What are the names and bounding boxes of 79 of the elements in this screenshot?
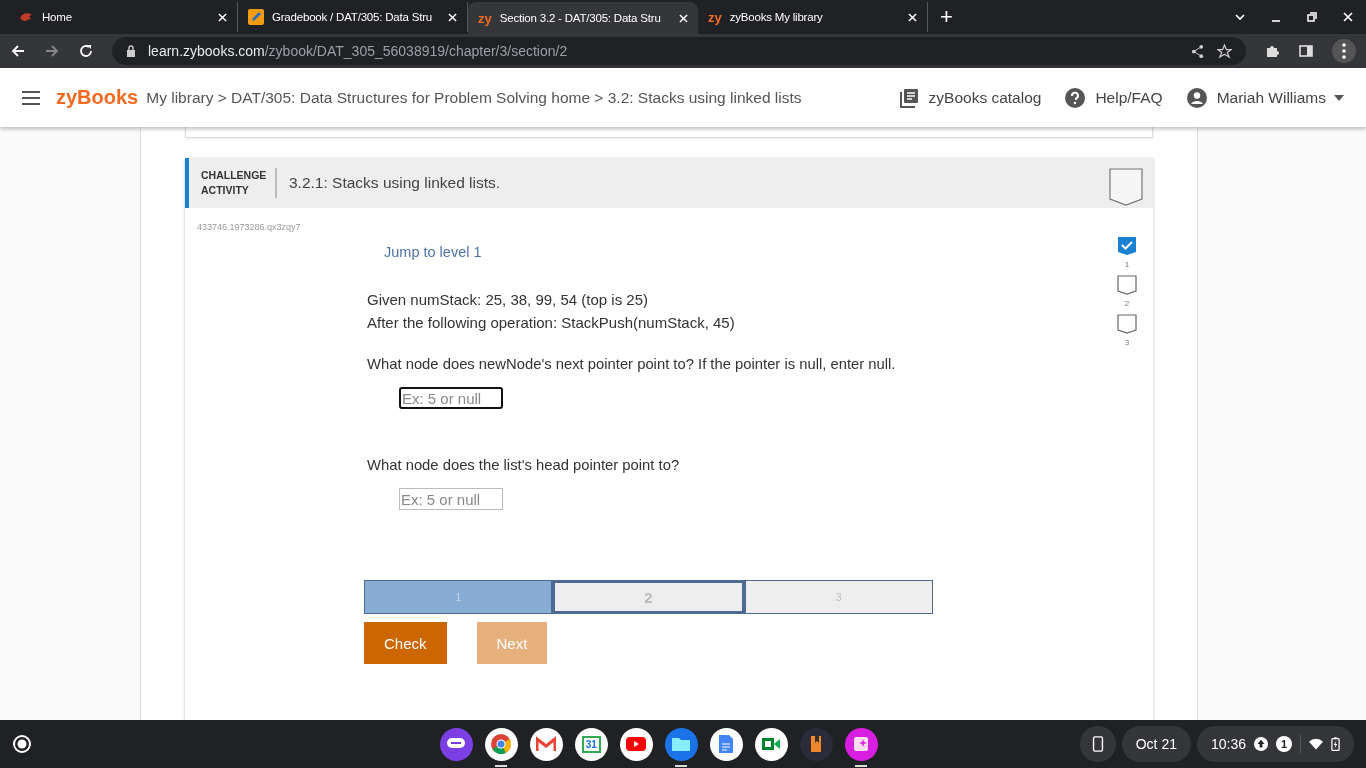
back-arrow-icon[interactable] (10, 43, 26, 59)
running-indicator (855, 764, 868, 767)
side-panel-icon[interactable] (1298, 43, 1314, 59)
status-tray[interactable]: 10:36 1 (1196, 726, 1354, 762)
prompt-text: After the following operation: StackPush(numStack, 45) (367, 313, 736, 333)
level-icon[interactable] (1117, 275, 1137, 295)
answer-field[interactable]: Ex: 5 or null (399, 387, 503, 409)
calendar-date: 31 (581, 735, 601, 753)
browser-tab[interactable]: zy Section 3.2 - DAT/305: Data Stru (468, 2, 698, 34)
check-button[interactable]: Check (364, 622, 447, 664)
library-icon (898, 87, 919, 108)
tab-title: Section 3.2 - DAT/305: Data Stru (499, 12, 662, 24)
phone-hub-button[interactable] (1079, 726, 1116, 762)
tab-title: zyBooks My library (729, 11, 824, 23)
browser-tab[interactable]: Home (8, 2, 238, 32)
checked-level-icon[interactable] (1117, 236, 1137, 256)
gmail-app-icon[interactable] (529, 727, 563, 761)
level-number: 2 (1124, 299, 1130, 308)
running-indicator (675, 764, 688, 767)
level-number: 1 (1124, 260, 1130, 269)
forward-arrow-icon[interactable] (44, 43, 60, 59)
new-tab-button[interactable]: + (928, 4, 965, 34)
menu-icon[interactable] (22, 90, 40, 105)
more-icon[interactable] (1332, 39, 1356, 63)
jump-to-level-link[interactable]: Jump to level 1 (384, 244, 482, 260)
close-icon[interactable] (679, 13, 688, 23)
notification-count: 1 (1276, 736, 1292, 752)
meet-app-icon[interactable] (754, 727, 788, 761)
activity-title: 3.2.1: Stacks using linked lists. (289, 174, 501, 192)
phone-icon (1090, 736, 1105, 752)
address-field[interactable]: learn.zybooks.com/zybook/DAT_305_56038919/chapter/3/section/2 (112, 37, 1246, 65)
user-avatar-icon (1186, 87, 1207, 108)
reload-icon[interactable] (78, 43, 94, 59)
help-link[interactable]: Help/FAQ (1095, 88, 1163, 107)
messages-app-icon[interactable] (439, 727, 473, 761)
share-icon[interactable] (1190, 43, 1205, 59)
caret-icon[interactable] (1334, 94, 1344, 101)
zy-logo-icon: zy (478, 10, 492, 26)
level-icon[interactable] (1117, 314, 1137, 334)
upload-icon (1254, 736, 1268, 752)
url-text: learn.zybooks.com/zybook/DAT_305_56038919/chapter/3/section/2 (148, 43, 568, 59)
question-text: What node does newNode's next pointer point to? If the pointer is null, enter null. (367, 356, 897, 372)
files-app-icon[interactable] (664, 727, 698, 761)
battery-icon (1331, 736, 1340, 752)
browser-tab[interactable]: Gradebook / DAT/305: Data Stru (238, 2, 468, 32)
chrome-app-icon[interactable] (484, 727, 518, 761)
browser-tab[interactable]: zy zyBooks My library (698, 2, 928, 32)
help-icon (1065, 87, 1086, 108)
pencil-icon (248, 9, 264, 25)
youtube-app-icon[interactable] (619, 727, 653, 761)
catalog-link[interactable]: zyBooks catalog (928, 88, 1042, 107)
running-indicator (495, 764, 508, 767)
restore-icon[interactable] (1306, 11, 1318, 23)
date-button[interactable]: Oct 21 (1121, 726, 1191, 762)
question-text: What node does the list's head pointer point to? (367, 457, 681, 473)
prompt-text: Given numStack: 25, 38, 99, 54 (top is 25) (367, 290, 649, 310)
close-icon[interactable] (218, 12, 227, 22)
breadcrumb[interactable]: My library > DAT/305: Data Structures for Problem Solving home > 3.2: Stacks using linked lists (146, 88, 802, 107)
activity-id: 433746.1973286.qx3zqy7 (197, 222, 302, 232)
docs-app-icon[interactable] (709, 727, 743, 761)
level-number: 3 (1124, 338, 1130, 347)
answer-field[interactable]: Ex: 5 or null (399, 488, 503, 510)
star-icon[interactable] (1217, 43, 1232, 59)
puzzle-icon[interactable] (1264, 43, 1280, 59)
clock-text: 10:36 (1210, 736, 1246, 752)
activity-type-label: CHALLENGE ACTIVITY (201, 168, 277, 198)
tab-title: Gradebook / DAT/305: Data Stru (272, 11, 433, 23)
calendar-app-icon[interactable]: 31 (574, 727, 608, 761)
chevron-down-icon[interactable] (1234, 11, 1246, 23)
close-icon[interactable] (1342, 11, 1354, 23)
sparkle-app-icon[interactable] (844, 727, 878, 761)
lock-icon (126, 45, 136, 57)
zy-logo-icon: zy (708, 9, 722, 25)
tab-title: Home (42, 11, 73, 23)
close-icon[interactable] (908, 12, 917, 22)
books-app-icon[interactable] (799, 727, 833, 761)
user-menu[interactable]: Mariah Williams (1216, 88, 1326, 107)
close-icon[interactable] (448, 12, 457, 22)
wifi-icon (1309, 736, 1323, 752)
